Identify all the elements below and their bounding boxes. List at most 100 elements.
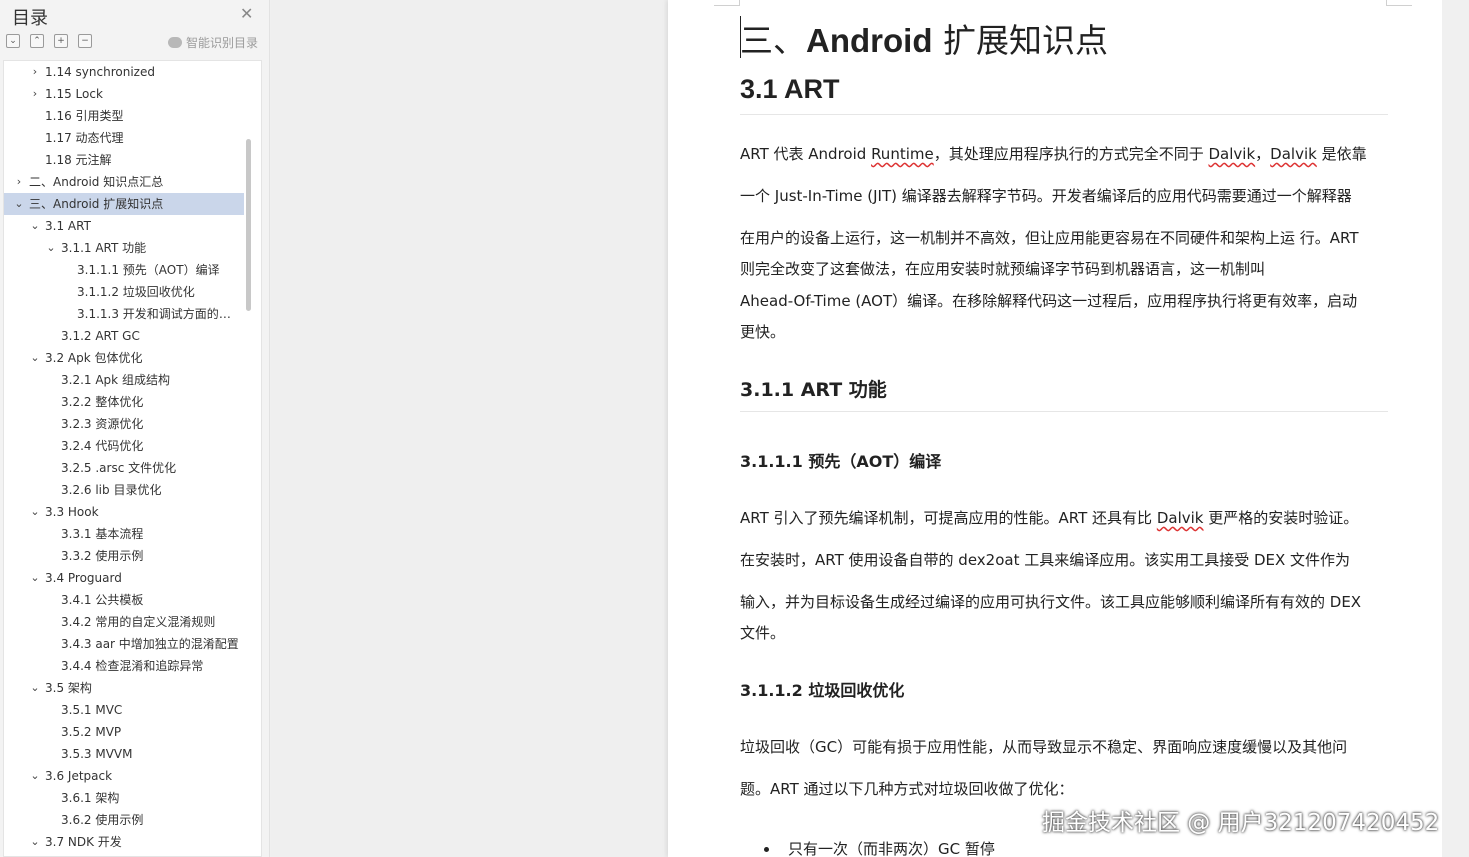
- heading-1: 三、Android 扩展知识点: [740, 21, 1108, 60]
- toc-item-label: 1.15 Lock: [45, 87, 103, 101]
- chevron-icon[interactable]: ›: [29, 83, 41, 105]
- toc-item-label: 3.1 ART: [45, 219, 91, 233]
- chevron-icon[interactable]: ›: [29, 61, 41, 83]
- toc-item[interactable]: 3.1.1.1 预先（AOT）编译: [4, 259, 244, 281]
- watermark: 掘金技术社区 @ 用户321207420452: [1042, 810, 1440, 836]
- heading-4: 3.1.1.1 预先（AOT）编译: [740, 452, 942, 471]
- toc-item-label: 3.2.5 .arsc 文件优化: [61, 461, 177, 475]
- close-icon[interactable]: ✕: [240, 4, 253, 23]
- toc-item[interactable]: 3.4.3 aar 中增加独立的混淆配置: [4, 633, 244, 655]
- toc-item[interactable]: 3.4.2 常用的自定义混淆规则: [4, 611, 244, 633]
- toc-item-label: 3.4.2 常用的自定义混淆规则: [61, 615, 216, 629]
- chevron-icon[interactable]: ›: [13, 171, 25, 193]
- toc-item-label: 1.17 动态代理: [45, 131, 124, 145]
- toc-item[interactable]: ⌄ 3.4 Proguard: [4, 567, 244, 589]
- chevron-icon[interactable]: ⌄: [29, 501, 41, 523]
- toc-item[interactable]: ⌄ 3.2 Apk 包体优化: [4, 347, 244, 369]
- paragraph-line: 更快。: [740, 323, 786, 341]
- toc-item-label: 3.4.3 aar 中增加独立的混淆配置: [61, 637, 239, 651]
- toc-item[interactable]: 3.2.5 .arsc 文件优化: [4, 457, 244, 479]
- expand-up-icon[interactable]: ⌃: [30, 34, 44, 48]
- toc-item-label: 3.1.1 ART 功能: [61, 241, 147, 255]
- chevron-icon[interactable]: ⌄: [29, 677, 41, 699]
- toc-item-label: 3.4.1 公共模板: [61, 593, 144, 607]
- toc-item[interactable]: 3.4.4 检查混淆和追踪异常: [4, 655, 244, 677]
- toc-item[interactable]: 3.2.3 资源优化: [4, 413, 244, 435]
- toc-item-label: 3.2.2 整体优化: [61, 395, 144, 409]
- toc-item-label: 3.4 Proguard: [45, 571, 122, 585]
- toc-item[interactable]: ⌄ 3.3 Hook: [4, 501, 244, 523]
- toc-item[interactable]: 3.2.1 Apk 组成结构: [4, 369, 244, 391]
- toc-item-label: 3.3 Hook: [45, 505, 99, 519]
- toc-item[interactable]: › 1.15 Lock: [4, 83, 244, 105]
- toc-item[interactable]: 3.3.1 基本流程: [4, 523, 244, 545]
- toc-item[interactable]: › 1.14 synchronized: [4, 61, 244, 83]
- toc-item-label: 3.4.4 检查混淆和追踪异常: [61, 659, 204, 673]
- page-corner-mark-left: [714, 0, 740, 6]
- paragraph-line: ART 代表 Android Runtime，其处理应用程序执行的方式完全不同于…: [740, 145, 1367, 163]
- toc-item[interactable]: 3.3.2 使用示例: [4, 545, 244, 567]
- toc-item-label: 3.2.1 Apk 组成结构: [61, 373, 170, 387]
- toc-item[interactable]: 3.1.1.3 开发和调试方面的优化: [4, 303, 244, 325]
- chevron-icon[interactable]: ⌄: [29, 347, 41, 369]
- toc-item-label: 3.1.1.1 预先（AOT）编译: [77, 263, 220, 277]
- paragraph-line: 一个 Just-In-Time (JIT) 编译器去解释字节码。开发者编译后的应…: [740, 187, 1352, 205]
- toc-item[interactable]: 3.5.1 MVC: [4, 699, 244, 721]
- toc-item-label: 3.6.1 架构: [61, 791, 120, 805]
- toc-item-label: 3.5.2 MVP: [61, 725, 122, 739]
- chevron-icon[interactable]: ⌄: [29, 765, 41, 787]
- toc-item-label: 3.3.2 使用示例: [61, 549, 144, 563]
- toc-item[interactable]: 3.6.2 使用示例: [4, 809, 244, 831]
- paragraph-line: 文件。: [740, 624, 786, 642]
- toc-item-label: 3.2.4 代码优化: [61, 439, 144, 453]
- chevron-icon[interactable]: ⌄: [29, 215, 41, 237]
- toc-item[interactable]: › 二、Android 知识点汇总: [4, 171, 244, 193]
- toc-item-label: 1.16 引用类型: [45, 109, 124, 123]
- document-background: [271, 0, 668, 857]
- chevron-icon[interactable]: ⌄: [45, 237, 57, 259]
- toc-item[interactable]: 3.4.1 公共模板: [4, 589, 244, 611]
- toc-item[interactable]: 3.6.1 架构: [4, 787, 244, 809]
- sidebar-toolbar: ⌄ ⌃ + − 智能识别目录: [6, 34, 262, 50]
- toc-item[interactable]: 3.5.2 MVP: [4, 721, 244, 743]
- toc-item[interactable]: 3.5.3 MVVM: [4, 743, 244, 765]
- toc-item[interactable]: 1.17 动态代理: [4, 127, 244, 149]
- heading-3: 3.1.1 ART 功能: [740, 379, 887, 401]
- paragraph-line: 题。ART 通过以下几种方式对垃圾回收做了优化：: [740, 780, 1074, 798]
- toc-item[interactable]: 3.1.1.2 垃圾回收优化: [4, 281, 244, 303]
- toc-item[interactable]: ⌄ 3.1.1 ART 功能: [4, 237, 244, 259]
- collapse-all-icon[interactable]: ⌄: [6, 34, 20, 48]
- toc-item-label: 3.6 Jetpack: [45, 769, 113, 783]
- add-heading-icon[interactable]: +: [54, 34, 68, 48]
- toc-item-label: 3.2 Apk 包体优化: [45, 351, 143, 365]
- toc-scrollbar[interactable]: [246, 139, 251, 311]
- chevron-icon[interactable]: ⌄: [29, 831, 41, 853]
- remove-heading-icon[interactable]: −: [78, 34, 92, 48]
- toc-item[interactable]: 3.2.6 lib 目录优化: [4, 479, 244, 501]
- smart-toc-button[interactable]: 智能识别目录: [168, 34, 258, 51]
- heading-divider: [740, 114, 1388, 115]
- toc-item-label: 3.5.3 MVVM: [61, 747, 133, 761]
- sidebar-title: 目录: [12, 8, 48, 29]
- toc-sidebar: 目录 ✕ ⌄ ⌃ + − 智能识别目录 › 1.14 synchronized › 1…: [0, 0, 270, 857]
- toc-item[interactable]: 3.2.2 整体优化: [4, 391, 244, 413]
- chevron-icon[interactable]: ⌄: [13, 193, 25, 215]
- toc-panel: › 1.14 synchronized › 1.15 Lock 1.16 引用类型 1.1…: [3, 60, 262, 857]
- heading-divider: [740, 411, 1388, 412]
- document-page[interactable]: 三、Android 扩展知识点 3.1 ART ART 代表 Android R…: [668, 0, 1442, 857]
- toc-item[interactable]: 1.18 元注解: [4, 149, 244, 171]
- toc-item[interactable]: ⌄ 3.1 ART: [4, 215, 244, 237]
- right-margin: [1442, 0, 1469, 857]
- toc-item[interactable]: 1.16 引用类型: [4, 105, 244, 127]
- toc-item-label: 3.1.2 ART GC: [61, 329, 140, 343]
- toc-item[interactable]: ⌄ 3.5 架构: [4, 677, 244, 699]
- paragraph-line: 则完全改变了这套做法，在应用安装时就预编译字节码到机器语言，这一机制叫: [740, 260, 1266, 278]
- toc-item[interactable]: ⌄ 三、Android 扩展知识点: [4, 193, 244, 215]
- toc-item[interactable]: 3.1.2 ART GC: [4, 325, 244, 347]
- toc-item-label: 3.1.1.2 垃圾回收优化: [77, 285, 195, 299]
- toc-item-label: 3.2.3 资源优化: [61, 417, 144, 431]
- chevron-icon[interactable]: ⌄: [29, 567, 41, 589]
- toc-item[interactable]: ⌄ 3.6 Jetpack: [4, 765, 244, 787]
- toc-item[interactable]: ⌄ 3.7 NDK 开发: [4, 831, 244, 853]
- toc-item[interactable]: 3.2.4 代码优化: [4, 435, 244, 457]
